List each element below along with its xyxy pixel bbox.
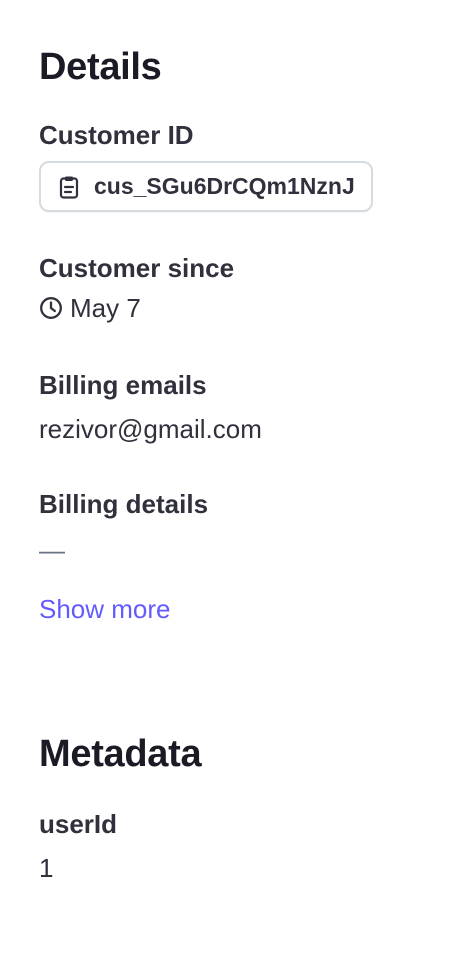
customer-id-label: Customer ID	[39, 120, 194, 150]
customer-since-label: Customer since	[39, 253, 235, 283]
show-more-link[interactable]: Show more	[39, 596, 171, 622]
billing-details-value: —	[39, 535, 65, 565]
billing-email-value: rezivor@gmail.com	[39, 414, 262, 444]
clipboard-icon	[57, 175, 81, 199]
details-heading: Details	[39, 46, 162, 88]
customer-id-copy-button[interactable]: cus_SGu6DrCQm1NznJ	[39, 161, 373, 212]
metadata-heading: Metadata	[39, 733, 202, 775]
metadata-key: userId	[39, 809, 118, 839]
billing-details-label: Billing details	[39, 489, 209, 519]
metadata-value: 1	[39, 853, 54, 883]
clock-icon	[39, 296, 63, 320]
customer-details-panel: Details Customer ID cus_SGu6DrCQm1NznJ C…	[0, 0, 472, 980]
customer-since-row: May 7	[39, 295, 433, 321]
customer-id-value: cus_SGu6DrCQm1NznJ	[94, 173, 355, 199]
customer-since-value: May 7	[70, 293, 141, 323]
billing-emails-label: Billing emails	[39, 370, 207, 400]
